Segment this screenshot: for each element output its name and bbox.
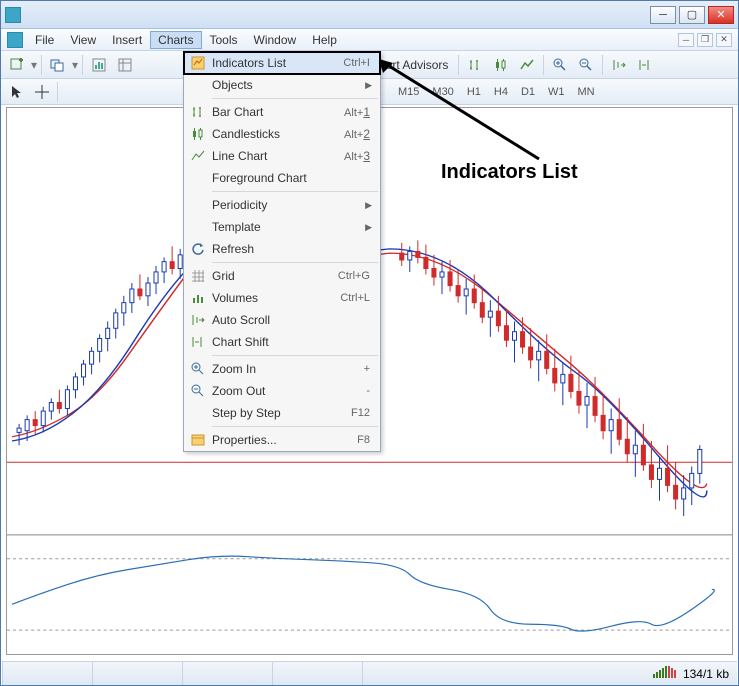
minimize-button[interactable]: ─ (650, 6, 676, 24)
titlebar: ─ ▢ ✕ (1, 1, 738, 29)
bar-chart-shortcut: Alt+1 (344, 105, 380, 119)
properties-icon (191, 433, 205, 447)
indicators-list-shortcut: Ctrl+I (343, 57, 380, 69)
profiles-button[interactable] (46, 54, 70, 76)
mdi-restore-button[interactable]: ❐ (697, 33, 713, 47)
mdi-minimize-button[interactable]: ─ (678, 33, 694, 47)
menu-properties[interactable]: Properties... F8 (184, 429, 380, 451)
network-status: 134/1 kb (683, 667, 729, 681)
indicators-list-label: Indicators List (212, 56, 343, 70)
submenu-arrow-icon: ▶ (365, 200, 380, 211)
volumes-label: Volumes (212, 291, 340, 305)
periodicity-label: Periodicity (212, 198, 365, 212)
zoomout-label: Zoom Out (212, 384, 366, 398)
zoom-out-icon (191, 384, 205, 398)
menu-step-by-step[interactable]: Step by Step F12 (184, 402, 380, 424)
volumes-icon (191, 291, 205, 305)
zoom-in-button[interactable] (548, 54, 572, 76)
foreground-label: Foreground Chart (212, 171, 380, 185)
autoscroll-icon (191, 313, 205, 327)
line-chart-label: Line Chart (212, 149, 344, 163)
line-chart-icon (191, 149, 205, 163)
menu-zoom-out[interactable]: Zoom Out - (184, 380, 380, 402)
menu-window[interactable]: Window (246, 31, 305, 49)
grid-label: Grid (212, 269, 338, 283)
statusbar: 134/1 kb (2, 661, 737, 685)
candlesticks-shortcut: Alt+2 (344, 127, 380, 141)
menu-zoom-in[interactable]: Zoom In + (184, 358, 380, 380)
menu-objects[interactable]: Objects ▶ (184, 74, 380, 96)
maximize-button[interactable]: ▢ (679, 6, 705, 24)
autoscroll-label: Auto Scroll (212, 313, 380, 327)
menu-autoscroll[interactable]: Auto Scroll (184, 309, 380, 331)
menu-chartshift[interactable]: Chart Shift (184, 331, 380, 353)
menu-tools[interactable]: Tools (202, 31, 246, 49)
charts-dropdown: Indicators List Ctrl+I Objects ▶ Bar Cha… (183, 51, 381, 452)
menu-indicators-list[interactable]: Indicators List Ctrl+I (184, 52, 380, 74)
menu-volumes[interactable]: Volumes Ctrl+L (184, 287, 380, 309)
menu-grid[interactable]: Grid Ctrl+G (184, 265, 380, 287)
chart-shift-button[interactable] (633, 54, 657, 76)
menu-foreground-chart[interactable]: Foreground Chart (184, 167, 380, 189)
menu-line-chart[interactable]: Line Chart Alt+3 (184, 145, 380, 167)
zoomout-shortcut: - (366, 385, 380, 397)
bar-chart-icon (191, 105, 205, 119)
candlestick-icon (191, 127, 205, 141)
zoom-in-icon (191, 362, 205, 376)
data-window-button[interactable] (113, 54, 137, 76)
menu-candlesticks[interactable]: Candlesticks Alt+2 (184, 123, 380, 145)
menu-refresh[interactable]: Refresh (184, 238, 380, 260)
menu-periodicity[interactable]: Periodicity ▶ (184, 194, 380, 216)
stepbystep-label: Step by Step (212, 406, 351, 420)
mdi-close-button[interactable]: ✕ (716, 33, 732, 47)
grid-shortcut: Ctrl+G (338, 270, 380, 282)
zoom-out-button[interactable] (574, 54, 598, 76)
close-button[interactable]: ✕ (708, 6, 734, 24)
line-chart-shortcut: Alt+3 (344, 149, 380, 163)
refresh-icon (191, 242, 205, 256)
tf-mn[interactable]: MN (572, 84, 601, 100)
properties-label: Properties... (212, 433, 357, 447)
app-icon (5, 7, 21, 23)
refresh-label: Refresh (212, 242, 380, 256)
app-window: ─ ▢ ✕ File View Insert Charts Tools Wind… (0, 0, 739, 686)
candlesticks-label: Candlesticks (212, 127, 344, 141)
mdi-controls: ─ ❐ ✕ (678, 33, 736, 47)
menu-help[interactable]: Help (304, 31, 345, 49)
menu-view[interactable]: View (62, 31, 104, 49)
properties-shortcut: F8 (357, 434, 380, 446)
chartshift-icon (191, 335, 205, 349)
stepbystep-shortcut: F12 (351, 407, 380, 419)
template-label: Template (212, 220, 365, 234)
chartshift-label: Chart Shift (212, 335, 380, 349)
submenu-arrow-icon: ▶ (365, 80, 380, 91)
zoomin-label: Zoom In (212, 362, 364, 376)
new-chart-button[interactable] (5, 54, 29, 76)
menu-bar-chart[interactable]: Bar Chart Alt+1 (184, 101, 380, 123)
volumes-shortcut: Ctrl+L (340, 292, 380, 304)
menu-insert[interactable]: Insert (104, 31, 150, 49)
grid-icon (191, 269, 205, 283)
annotation-arrow (379, 59, 549, 169)
market-watch-button[interactable] (87, 54, 111, 76)
annotation-label: Indicators List (441, 161, 578, 184)
connection-bars-icon (653, 666, 677, 681)
auto-scroll-button[interactable] (607, 54, 631, 76)
mdi-icon (7, 32, 23, 48)
zoomin-shortcut: + (364, 363, 380, 375)
crosshair-button[interactable] (30, 81, 54, 103)
submenu-arrow-icon: ▶ (365, 222, 380, 233)
objects-label: Objects (212, 78, 365, 92)
menu-charts[interactable]: Charts (150, 31, 201, 49)
cursor-button[interactable] (5, 81, 29, 103)
indicators-icon (191, 56, 205, 70)
menu-template[interactable]: Template ▶ (184, 216, 380, 238)
menubar: File View Insert Charts Tools Window Hel… (1, 29, 738, 51)
bar-chart-label: Bar Chart (212, 105, 344, 119)
menu-file[interactable]: File (27, 31, 62, 49)
